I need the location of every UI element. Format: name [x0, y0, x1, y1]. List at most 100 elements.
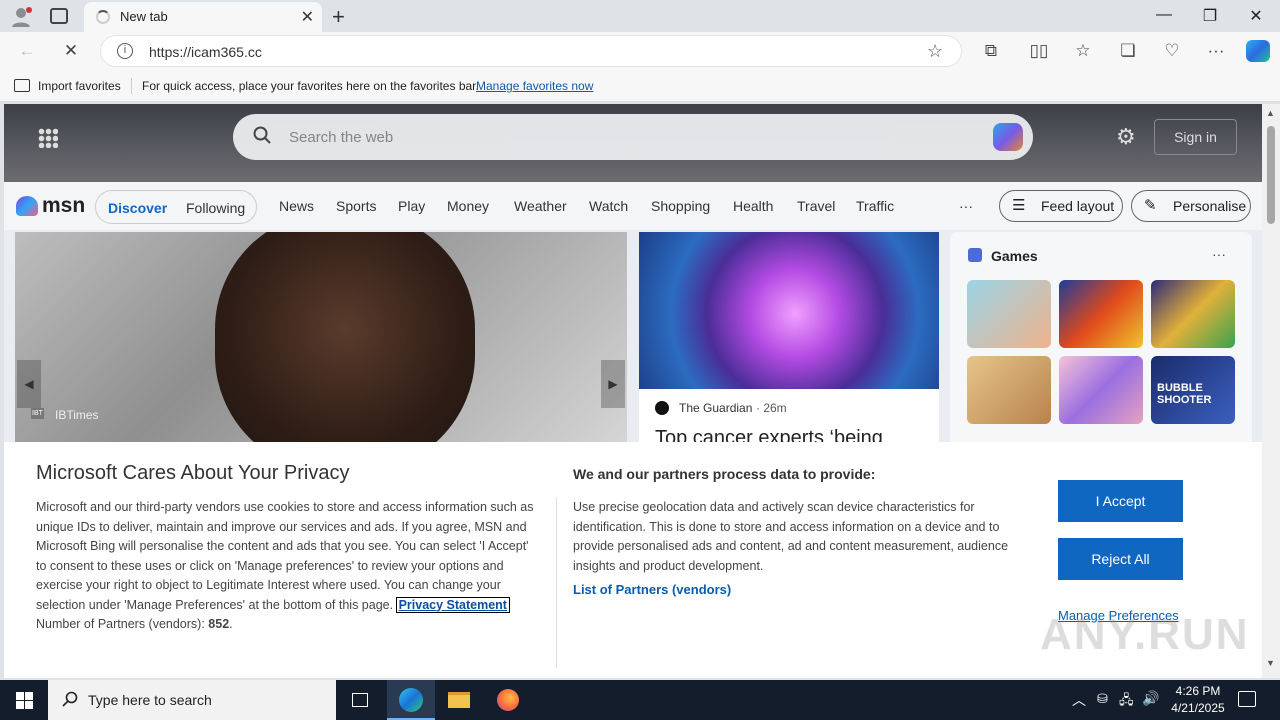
file-explorer-icon[interactable] — [435, 680, 483, 720]
search-placeholder: Search the web — [289, 129, 394, 146]
nav-more-icon[interactable]: ··· — [959, 198, 973, 214]
feed-layout-icon: ☰ — [1012, 197, 1026, 214]
scroll-down-icon[interactable]: ▼ — [1266, 658, 1275, 668]
network-icon[interactable]: ⛁ — [1097, 691, 1108, 707]
nav-money[interactable]: Money — [447, 198, 489, 214]
anyrun-watermark: ANY.RUN — [1040, 610, 1250, 659]
sign-in-button[interactable]: Sign in — [1154, 119, 1237, 155]
restore-icon[interactable]: ❐ — [1200, 6, 1220, 26]
extensions-icon[interactable]: ⧉ — [980, 41, 1002, 61]
copilot-icon[interactable] — [1246, 40, 1270, 62]
partners-count: 852 — [208, 617, 230, 631]
personalise-button[interactable]: ✎ Personalise — [1131, 190, 1251, 222]
privacy-consent-dialog: Microsoft Cares About Your Privacy Micro… — [4, 442, 1262, 678]
game-tile-3[interactable] — [1151, 280, 1235, 348]
msn-logo-text[interactable]: msn — [42, 194, 85, 218]
settings-gear-icon[interactable]: ⚙ — [1116, 124, 1136, 150]
flower-photo-card[interactable] — [639, 232, 939, 389]
import-favorites-button[interactable]: Import favorites — [38, 79, 121, 93]
scroll-thumb[interactable] — [1267, 126, 1275, 224]
scroll-up-icon[interactable]: ▲ — [1266, 108, 1275, 118]
close-tab-icon[interactable]: ✕ — [301, 7, 314, 27]
collections-icon[interactable]: ❏ — [1117, 41, 1139, 61]
task-view-icon[interactable] — [336, 680, 384, 720]
volume-icon[interactable]: 🔊 — [1142, 690, 1159, 707]
navigation-bar: ← ✕ i https://icam365.cc ☆ ⧉ ▯▯ ☆ ❏ ♡ ··… — [0, 32, 1280, 70]
show-hidden-icons[interactable]: ︿ — [1072, 690, 1086, 710]
address-bar[interactable]: i https://icam365.cc ☆ — [100, 35, 962, 67]
game-tile-1[interactable] — [967, 280, 1051, 348]
game-tile-bubble-shooter[interactable]: BUBBLE SHOOTER — [1151, 356, 1235, 424]
more-menu-icon[interactable]: ··· — [1205, 41, 1227, 61]
nav-sports[interactable]: Sports — [336, 198, 376, 214]
import-favorites-icon[interactable] — [14, 79, 30, 92]
notifications-icon[interactable] — [1238, 691, 1256, 707]
reject-all-button[interactable]: Reject All — [1058, 538, 1183, 580]
game-tile-2[interactable] — [1059, 280, 1143, 348]
close-window-icon[interactable]: ✕ — [1246, 6, 1266, 26]
privacy-statement-link[interactable]: Privacy Statement — [395, 596, 510, 613]
accept-button[interactable]: I Accept — [1058, 480, 1183, 522]
system-clock[interactable]: 4:26 PM 4/21/2025 — [1164, 683, 1232, 717]
nav-news[interactable]: News — [279, 198, 314, 214]
guardian-logo-icon — [655, 401, 669, 415]
title-bar: New tab ✕ + — ❐ ✕ — [0, 0, 1280, 32]
msn-nav-bar: msn Discover Following News Sports Play … — [4, 182, 1262, 230]
game-tile-5[interactable] — [1059, 356, 1143, 424]
wired-network-icon[interactable]: 🖧 — [1119, 691, 1134, 713]
copilot-search-icon[interactable] — [993, 123, 1023, 151]
apps-grid-icon[interactable] — [38, 128, 58, 148]
url-text[interactable]: https://icam365.cc — [149, 44, 262, 60]
windows-start-icon[interactable] — [16, 692, 33, 709]
taskbar-search-icon — [62, 691, 78, 712]
nav-travel[interactable]: Travel — [797, 198, 835, 214]
msn-logo-icon[interactable] — [16, 196, 38, 216]
nav-play[interactable]: Play — [398, 198, 425, 214]
browser-essentials-icon[interactable]: ♡ — [1161, 41, 1183, 61]
taskbar-search-box[interactable]: Type here to search — [48, 680, 336, 720]
tab-new-tab[interactable]: New tab ✕ — [84, 2, 322, 32]
guardian-source: The Guardian — [679, 401, 753, 415]
guardian-news-card[interactable]: The Guardian · 26m Top cancer experts ‘b… — [639, 389, 939, 449]
nav-health[interactable]: Health — [733, 198, 773, 214]
game-tile-4[interactable] — [967, 356, 1051, 424]
nav-weather[interactable]: Weather — [514, 198, 567, 214]
partners-count-label: Number of Partners (vendors): — [36, 617, 205, 631]
new-tab-icon[interactable]: + — [332, 4, 345, 30]
nav-watch[interactable]: Watch — [589, 198, 628, 214]
manage-favorites-link[interactable]: Manage favorites now — [476, 79, 593, 93]
back-icon[interactable]: ← — [16, 41, 38, 61]
favorite-star-icon[interactable]: ☆ — [927, 41, 943, 62]
favorites-icon[interactable]: ☆ — [1072, 41, 1094, 61]
list-of-partners-link[interactable]: List of Partners (vendors) — [573, 582, 731, 597]
tab-actions-icon[interactable] — [50, 8, 68, 24]
vertical-scrollbar[interactable]: ▲ ▼ — [1262, 104, 1280, 678]
carousel-next-icon[interactable]: ▶ — [601, 360, 625, 408]
site-info-icon[interactable]: i — [117, 43, 133, 59]
firefox-icon[interactable] — [484, 680, 532, 720]
stop-loading-icon[interactable]: ✕ — [60, 41, 82, 61]
tab-title: New tab — [120, 9, 168, 24]
carousel-prev-icon[interactable]: ◀ — [17, 360, 41, 408]
news-photo — [215, 232, 475, 442]
consent-purposes-title: We and our partners process data to prov… — [573, 466, 876, 482]
nav-traffic[interactable]: Traffic — [856, 198, 894, 214]
split-screen-icon[interactable]: ▯▯ — [1028, 41, 1050, 61]
profile-icon[interactable] — [10, 6, 32, 28]
loading-spinner-icon — [96, 10, 110, 24]
web-search-box[interactable]: Search the web — [233, 114, 1033, 160]
hero-header: Search the web ⚙ Sign in — [4, 104, 1262, 182]
source-name: IBTimes — [55, 408, 99, 422]
tab-discover[interactable]: Discover — [108, 200, 167, 216]
main-news-card[interactable]: ◀ ▶ IBT IBTimes — [15, 232, 627, 442]
nav-shopping[interactable]: Shopping — [651, 198, 710, 214]
games-more-icon[interactable]: ··· — [1212, 246, 1226, 262]
feed-layout-button[interactable]: ☰ Feed layout — [999, 190, 1123, 222]
clock-time: 4:26 PM — [1175, 684, 1221, 698]
consent-title: Microsoft Cares About Your Privacy — [36, 462, 350, 484]
minimize-icon[interactable]: — — [1154, 6, 1174, 24]
games-title[interactable]: Games — [991, 248, 1038, 264]
edge-taskbar-icon[interactable] — [387, 680, 435, 720]
tab-following[interactable]: Following — [186, 200, 245, 216]
favorites-divider — [131, 78, 132, 94]
